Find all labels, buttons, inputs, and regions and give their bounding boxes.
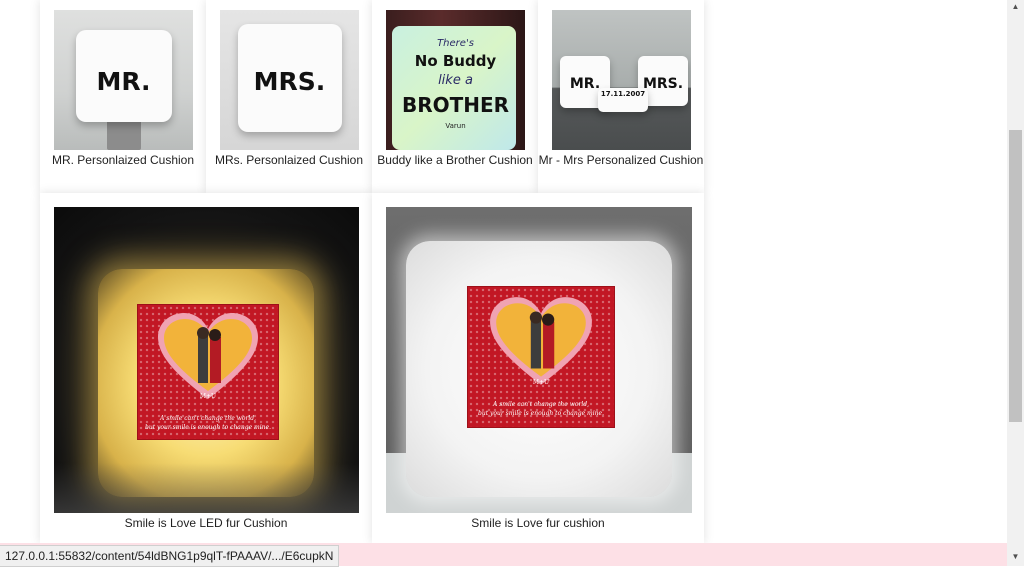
panel-quote-line-1: A smile can't change the world,	[159, 415, 257, 422]
product-image-mr-cushion[interactable]: MR.	[54, 10, 193, 150]
product-image-brother-cushion[interactable]: There's No Buddy like a BROTHER Varun	[386, 10, 525, 150]
product-card-white-fur[interactable]: M+U A smile can't change the world, but …	[372, 193, 704, 543]
panel-initials: M+U	[199, 393, 217, 400]
triangle-down-icon[interactable]: ▼	[1007, 550, 1024, 564]
product-title[interactable]: Mr - Mrs Personalized Cushion	[538, 153, 704, 167]
pillow-print-text: MR.	[96, 67, 151, 96]
triangle-up-icon[interactable]: ▲	[1007, 0, 1024, 14]
product-card-mrs[interactable]: MRS. MRs. Personlaized Cushion	[206, 0, 372, 193]
product-image-mr-mrs-cushion[interactable]: MR. MRS. 17.11.2007	[552, 10, 691, 150]
product-card-brother[interactable]: There's No Buddy like a BROTHER Varun Bu…	[372, 0, 538, 193]
pillow-print-text: MRS.	[253, 67, 326, 96]
product-title[interactable]: MRs. Personlaized Cushion	[206, 153, 372, 167]
product-grid-page: MR. MR. Personlaized Cushion MRS. MRs. P…	[0, 0, 1007, 566]
panel-quote-line-1: A smile can't change the world,	[492, 401, 590, 408]
pillow-print-line-2: No Buddy	[414, 52, 497, 70]
pillow-print-date: 17.11.2007	[600, 90, 646, 98]
product-title[interactable]: Smile is Love fur cushion	[372, 516, 704, 530]
pillow-print-line-3: like a	[438, 73, 473, 88]
product-card-mr-mrs[interactable]: MR. MRS. 17.11.2007 Mr - Mrs Personalize…	[538, 0, 704, 193]
product-title[interactable]: Buddy like a Brother Cushion	[372, 153, 538, 167]
vertical-scrollbar[interactable]: ▲ ▼	[1007, 0, 1024, 566]
panel-quote-line-2: but your smile is enough to change mine.	[478, 410, 604, 417]
panel-initials: M+U	[532, 379, 550, 386]
status-url: 127.0.0.1:55832/content/54ldBNG1p9qlT-fP…	[0, 545, 340, 567]
product-title[interactable]: Smile is Love LED fur Cushion	[40, 516, 372, 530]
pillow-print-line-5: Varun	[445, 122, 466, 130]
product-card-led-fur[interactable]: M+U A smile can't change the world, but …	[40, 193, 372, 543]
pillow-print-line-4: BROTHER	[401, 93, 510, 117]
panel-quote-line-2: but your smile is enough to change mine.	[145, 424, 271, 431]
product-title[interactable]: MR. Personlaized Cushion	[40, 153, 206, 167]
heart-photo-frame	[158, 313, 258, 399]
pillow-print-line-1: There's	[437, 38, 474, 49]
heart-photo-frame	[490, 297, 592, 385]
product-image-white-fur-cushion[interactable]: M+U A smile can't change the world, but …	[386, 207, 692, 513]
scrollbar-thumb[interactable]	[1009, 130, 1022, 422]
product-card-mr[interactable]: MR. MR. Personlaized Cushion	[40, 0, 206, 193]
product-image-led-fur-cushion[interactable]: M+U A smile can't change the world, but …	[54, 207, 359, 513]
browser-status-bar: 127.0.0.1:55832/content/54ldBNG1p9qlT-fP…	[0, 543, 1007, 567]
product-image-mrs-cushion[interactable]: MRS.	[220, 10, 359, 150]
